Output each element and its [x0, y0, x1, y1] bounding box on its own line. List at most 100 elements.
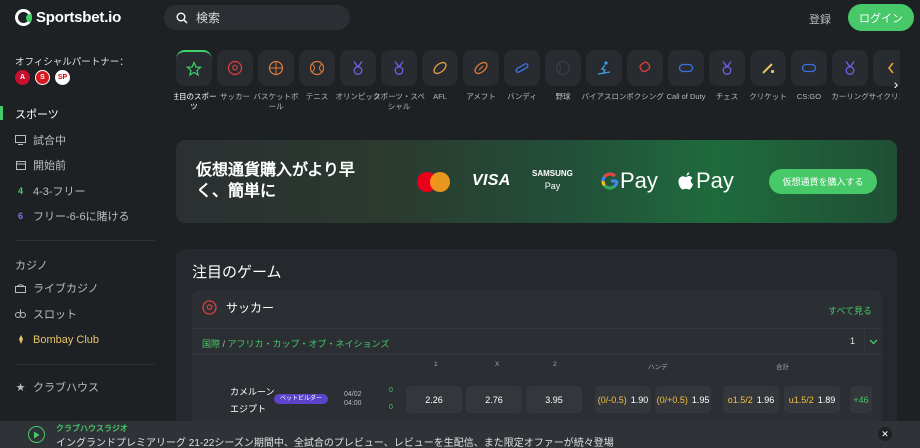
google-pay-text: Pay [620, 168, 658, 193]
sport-tile-cricket[interactable]: クリケット [748, 50, 788, 102]
sidebar-item-slots[interactable]: スロット [15, 306, 77, 322]
odd-value: 3.95 [545, 394, 563, 405]
saopaulo-crest-icon[interactable]: SP [55, 70, 70, 85]
sportsbet-logo[interactable]: Sportsbet.io [15, 9, 121, 26]
handicap-line: (0/+0.5) [656, 394, 688, 405]
sport-tile-medal[interactable]: カーリング [830, 50, 870, 102]
away-team[interactable]: エジプト [230, 402, 266, 415]
samsung-pay-line1: SAMSUNG [532, 169, 573, 178]
sidebar-item-label: 試合中 [33, 135, 66, 147]
home-score: 0 [389, 387, 393, 394]
odd-away-button[interactable]: 3.95 [526, 386, 582, 413]
calendar-icon [15, 160, 26, 171]
mastercard-logo-icon [417, 172, 453, 192]
sidebar-item-label: スポーツ [15, 109, 59, 121]
handicap-away-button[interactable]: (0/+0.5) 1.95 [655, 386, 711, 413]
sidebar-divider [15, 364, 155, 365]
sport-tile-medal[interactable]: オリンピック [336, 50, 381, 102]
monitor-icon [15, 135, 26, 146]
sidebar-item-label: 開始前 [33, 160, 66, 172]
southampton-crest-icon[interactable]: S [35, 70, 50, 85]
sport-tile-basketball[interactable]: バスケットボール [254, 50, 299, 112]
sport-tile-medal[interactable]: スポーツ・スペシャル [373, 50, 425, 112]
search-box[interactable] [164, 5, 350, 30]
sidebar-item-label: ライブカジノ [33, 283, 99, 295]
sport-tile-football[interactable]: アメフト [461, 50, 501, 102]
card-sport-name: サッカー [226, 301, 275, 315]
more-markets-button[interactable]: +46 [850, 386, 872, 413]
sidebar-item-clubhouse[interactable]: ★ クラブハウス [15, 379, 99, 395]
sport-tile-baseball[interactable]: 野球 [543, 50, 583, 102]
handicap-home-button[interactable]: (0/-0.5) 1.90 [595, 386, 651, 413]
sidebar-item-bombay-club[interactable]: Bombay Club [15, 332, 99, 348]
away-score: 0 [389, 404, 393, 411]
soccer-icon [217, 50, 253, 86]
star-icon [176, 50, 212, 86]
odd-value: 2.26 [425, 394, 443, 405]
total-over-button[interactable]: o1.5/2 1.96 [723, 386, 779, 413]
home-team[interactable]: カメルーン [230, 385, 275, 398]
logo-mark-icon [15, 9, 32, 26]
odd-draw-button[interactable]: 2.76 [466, 386, 522, 413]
login-button[interactable]: ログイン [848, 4, 914, 31]
sport-tile-star[interactable]: 注目のスポーツ [174, 50, 217, 112]
total-under-button[interactable]: u1.5/2 1.89 [784, 386, 840, 413]
apple-pay-logo: Pay [678, 168, 734, 194]
odd-home-button[interactable]: 2.26 [406, 386, 462, 413]
banner-text: 仮想通貨購入がより早く、簡単に [196, 162, 355, 200]
sport-tile-boxing[interactable]: ボクシング [625, 50, 665, 102]
sidebar-item-sports[interactable]: スポーツ [15, 106, 59, 122]
sport-tile-gamepad[interactable]: Call of Duty [666, 50, 706, 102]
see-all-link[interactable]: すべて見る [828, 304, 872, 317]
sport-tile-gamepad[interactable]: CS:GO [789, 50, 829, 102]
soccer-icon [202, 300, 217, 315]
sidebar-item-4-3-free[interactable]: 4 4-3-フリー [15, 183, 86, 199]
four-icon: 4 [17, 186, 23, 196]
sport-tile-bandy[interactable]: バンディ [502, 50, 542, 102]
chevron-right-icon[interactable]: › [886, 74, 900, 94]
baseball-icon [545, 50, 581, 86]
chevron-down-icon[interactable] [864, 330, 882, 354]
cricket-icon [750, 50, 786, 86]
card-divider [192, 354, 882, 355]
card-divider [192, 328, 882, 329]
sidebar-item-6-6-free[interactable]: 6 フリー-6-6に賭ける [15, 208, 130, 224]
bet-builder-badge: ベットビルダー [274, 394, 329, 404]
sidebar-item-label: Bombay Club [33, 334, 100, 346]
sidebar-item-live[interactable]: 試合中 [15, 132, 66, 148]
play-icon[interactable] [28, 426, 45, 443]
column-head-total: 合計 [776, 364, 789, 371]
slot-icon [15, 309, 26, 320]
medal-icon [340, 50, 376, 86]
sidebar-item-upcoming[interactable]: 開始前 [15, 157, 66, 173]
featured-games: 注目のゲーム サッカー すべて見る 国際 / アフリカ・カップ・オブ・ネイション… [176, 249, 897, 448]
sidebar: オフィシャルパートナー： A S SP スポーツ 試合中 開始前 4 4-3-フ… [0, 36, 164, 448]
clubhouse-radio-bar: クラブハウスラジオ イングランドプレミアリーグ 21-22シーズン期間中、全試合… [0, 421, 920, 448]
arsenal-crest-icon[interactable]: A [15, 70, 30, 85]
google-g-icon [601, 172, 619, 190]
sport-tile-biathlon[interactable]: バイアスロン [582, 50, 627, 102]
column-head-handicap: ハンデ [648, 364, 668, 371]
sport-tile-afl-ball[interactable]: AFL [420, 50, 460, 102]
search-icon [176, 12, 188, 23]
tennis-icon [299, 50, 335, 86]
sport-tile-tennis[interactable]: テニス [297, 50, 337, 102]
league-breadcrumb[interactable]: 国際 / アフリカ・カップ・オブ・ネイションズ [202, 337, 389, 350]
active-indicator [0, 106, 3, 120]
column-head-1: 1 [434, 361, 438, 368]
search-input[interactable] [196, 10, 336, 25]
close-icon[interactable]: ✕ [878, 427, 892, 441]
basketball-icon [258, 50, 294, 86]
sidebar-item-live-casino[interactable]: ライブカジノ [15, 280, 99, 296]
six-icon: 6 [17, 211, 23, 221]
signup-link[interactable]: 登録 [809, 11, 831, 27]
odd-value: 1.90 [630, 394, 649, 405]
football-icon [463, 50, 499, 86]
google-pay-logo: Pay [600, 168, 658, 194]
sport-tile-soccer[interactable]: サッカー [215, 50, 255, 102]
afl-ball-icon [422, 50, 458, 86]
radio-description: イングランドプレミアリーグ 21-22シーズン期間中、全試合のプレビュー、レビュ… [56, 438, 614, 448]
sidebar-item-label: スロット [33, 309, 77, 321]
buy-crypto-button[interactable]: 仮想通貨を購入する [769, 169, 877, 194]
sport-tile-medal[interactable]: チェス [707, 50, 747, 102]
